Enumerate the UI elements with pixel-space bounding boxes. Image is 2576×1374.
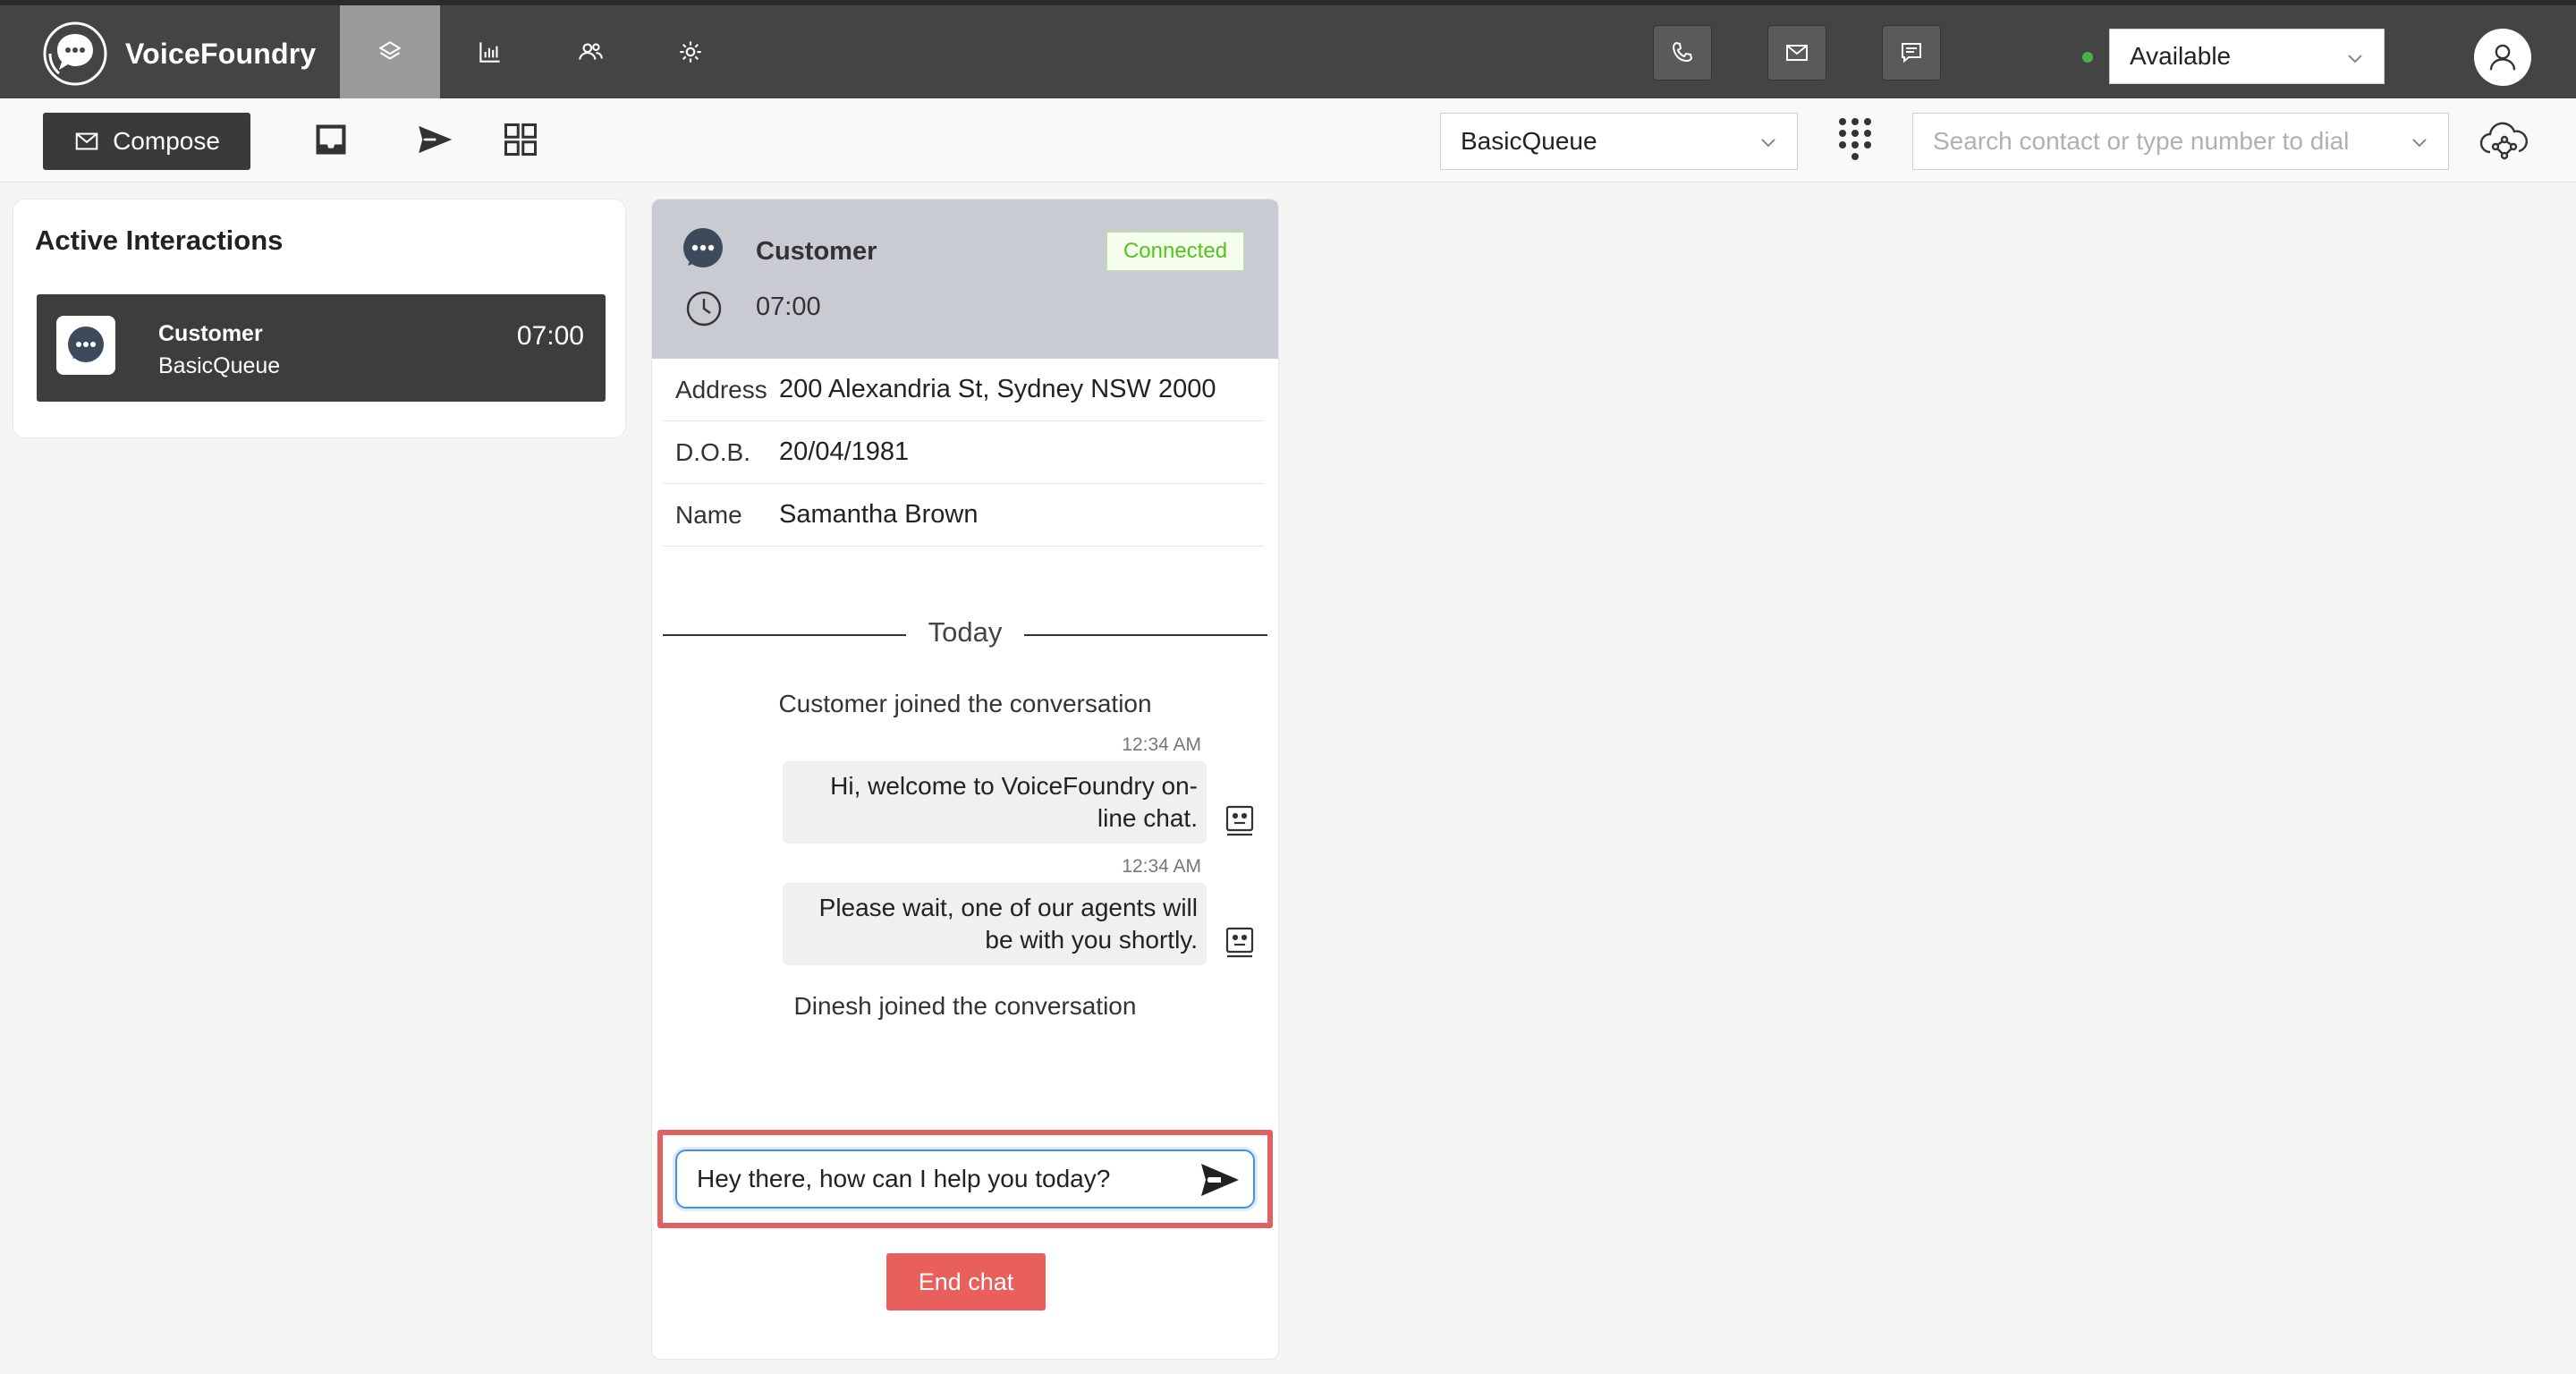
grid-icon <box>504 123 538 157</box>
chat-message-bubble: Hi, welcome to VoiceFoundry on- line cha… <box>783 761 1207 844</box>
contact-detail-row: Name Samantha Brown <box>663 484 1264 547</box>
brand: VoiceFoundry <box>39 18 316 89</box>
bot-icon <box>1225 805 1254 836</box>
queue-select[interactable]: BasicQueue <box>1440 113 1798 170</box>
message-timestamp: 12:34 AM <box>1122 856 1201 877</box>
active-interactions-panel: Active Interactions Customer BasicQueue … <box>13 199 626 438</box>
gear-icon <box>680 41 701 63</box>
voicefoundry-logo-icon <box>43 21 107 86</box>
apps-grid-button[interactable] <box>499 118 542 161</box>
cloud-connect-icon[interactable] <box>2478 116 2531 166</box>
layers-icon <box>378 41 402 60</box>
phone-icon <box>1672 41 1693 63</box>
users-icon <box>579 43 603 60</box>
brand-name: VoiceFoundry <box>125 37 317 70</box>
detail-label: D.O.B. <box>675 437 751 466</box>
end-chat-button[interactable]: End chat <box>886 1253 1046 1310</box>
conversation-panel: Customer Connected 07:00 Address 200 Ale… <box>651 199 1279 1360</box>
message-text-line: line chat. <box>1097 804 1198 832</box>
agent-status-value: Available <box>2130 42 2232 70</box>
chat-bubble-icon <box>683 228 723 267</box>
interaction-duration: 07:00 <box>516 321 584 351</box>
bot-icon <box>1225 927 1254 958</box>
chat-bubble-icon <box>68 327 104 362</box>
agent-status-select[interactable]: Available <box>2109 29 2385 84</box>
send-icon <box>419 125 453 154</box>
nav-contacts-button[interactable] <box>540 5 640 98</box>
dialpad-icon[interactable] <box>1835 114 1875 165</box>
connection-status-badge: Connected <box>1106 232 1244 271</box>
message-text-line: Please wait, one of our agents will <box>818 894 1198 921</box>
contact-detail-row: Address 200 Alexandria St, Sydney NSW 20… <box>663 359 1264 421</box>
nav-reports-button[interactable] <box>440 5 540 98</box>
clock-icon <box>686 291 722 327</box>
envelope-icon <box>75 132 98 150</box>
detail-value: Samantha Brown <box>779 500 979 529</box>
contact-search-input[interactable] <box>1933 127 2380 156</box>
conversation-duration: 07:00 <box>756 293 821 321</box>
chat-button[interactable] <box>1882 25 1941 81</box>
contact-detail-row: D.O.B. 20/04/1981 <box>663 421 1264 484</box>
conversation-contact-name: Customer <box>756 237 877 266</box>
detail-label: Address <box>675 375 767 403</box>
detail-value: 20/04/1981 <box>779 437 910 466</box>
active-interactions-title: Active Interactions <box>35 225 284 256</box>
nav-settings-button[interactable] <box>640 5 741 98</box>
envelope-icon <box>1786 45 1808 61</box>
message-text-line: Hi, welcome to VoiceFoundry on- <box>830 772 1198 800</box>
message-input-highlight <box>657 1130 1273 1228</box>
bar-chart-icon <box>479 42 500 63</box>
chat-message-bubble: Please wait, one of our agents will be w… <box>783 883 1207 965</box>
queue-select-value: BasicQueue <box>1461 127 1597 155</box>
message-icon <box>1902 43 1921 64</box>
user-avatar-button[interactable] <box>2474 29 2531 86</box>
message-input-wrapper <box>675 1149 1255 1209</box>
chevron-down-icon <box>2412 139 2427 148</box>
detail-label: Name <box>675 500 742 529</box>
phone-button[interactable] <box>1653 25 1712 81</box>
interaction-chat-icon-wrap <box>56 316 115 375</box>
interaction-queue-name: BasicQueue <box>158 353 281 378</box>
message-text-line: be with you shortly. <box>985 926 1198 954</box>
inbox-icon <box>316 124 346 155</box>
email-button[interactable] <box>1767 25 1826 81</box>
send-icon[interactable] <box>1199 1162 1241 1198</box>
interaction-card[interactable]: Customer BasicQueue 07:00 <box>37 294 606 402</box>
chevron-down-icon <box>2348 55 2362 64</box>
system-message: Customer joined the conversation <box>778 690 1152 717</box>
sent-button[interactable] <box>413 118 456 161</box>
secondary-toolbar: Compose BasicQueue <box>0 98 2576 182</box>
nav-layers-button[interactable] <box>340 5 440 98</box>
message-input[interactable] <box>697 1165 1180 1193</box>
interaction-contact-name: Customer <box>158 321 263 346</box>
top-navigation-bar: VoiceFoundry Available <box>0 0 2576 98</box>
chevron-down-icon <box>1761 139 1775 148</box>
contact-search-field[interactable] <box>1912 113 2449 170</box>
date-divider-line-right <box>1024 634 1267 636</box>
status-indicator-dot <box>2082 52 2093 63</box>
system-message: Dinesh joined the conversation <box>793 992 1137 1020</box>
conversation-header: Customer Connected 07:00 <box>652 199 1278 359</box>
detail-value: 200 Alexandria St, Sydney NSW 2000 <box>779 375 1216 403</box>
message-timestamp: 12:34 AM <box>1122 734 1201 755</box>
user-icon <box>2489 44 2516 71</box>
compose-button[interactable]: Compose <box>43 113 250 170</box>
date-divider-label: Today <box>928 616 1003 648</box>
compose-label: Compose <box>113 127 220 155</box>
inbox-button[interactable] <box>309 118 352 161</box>
